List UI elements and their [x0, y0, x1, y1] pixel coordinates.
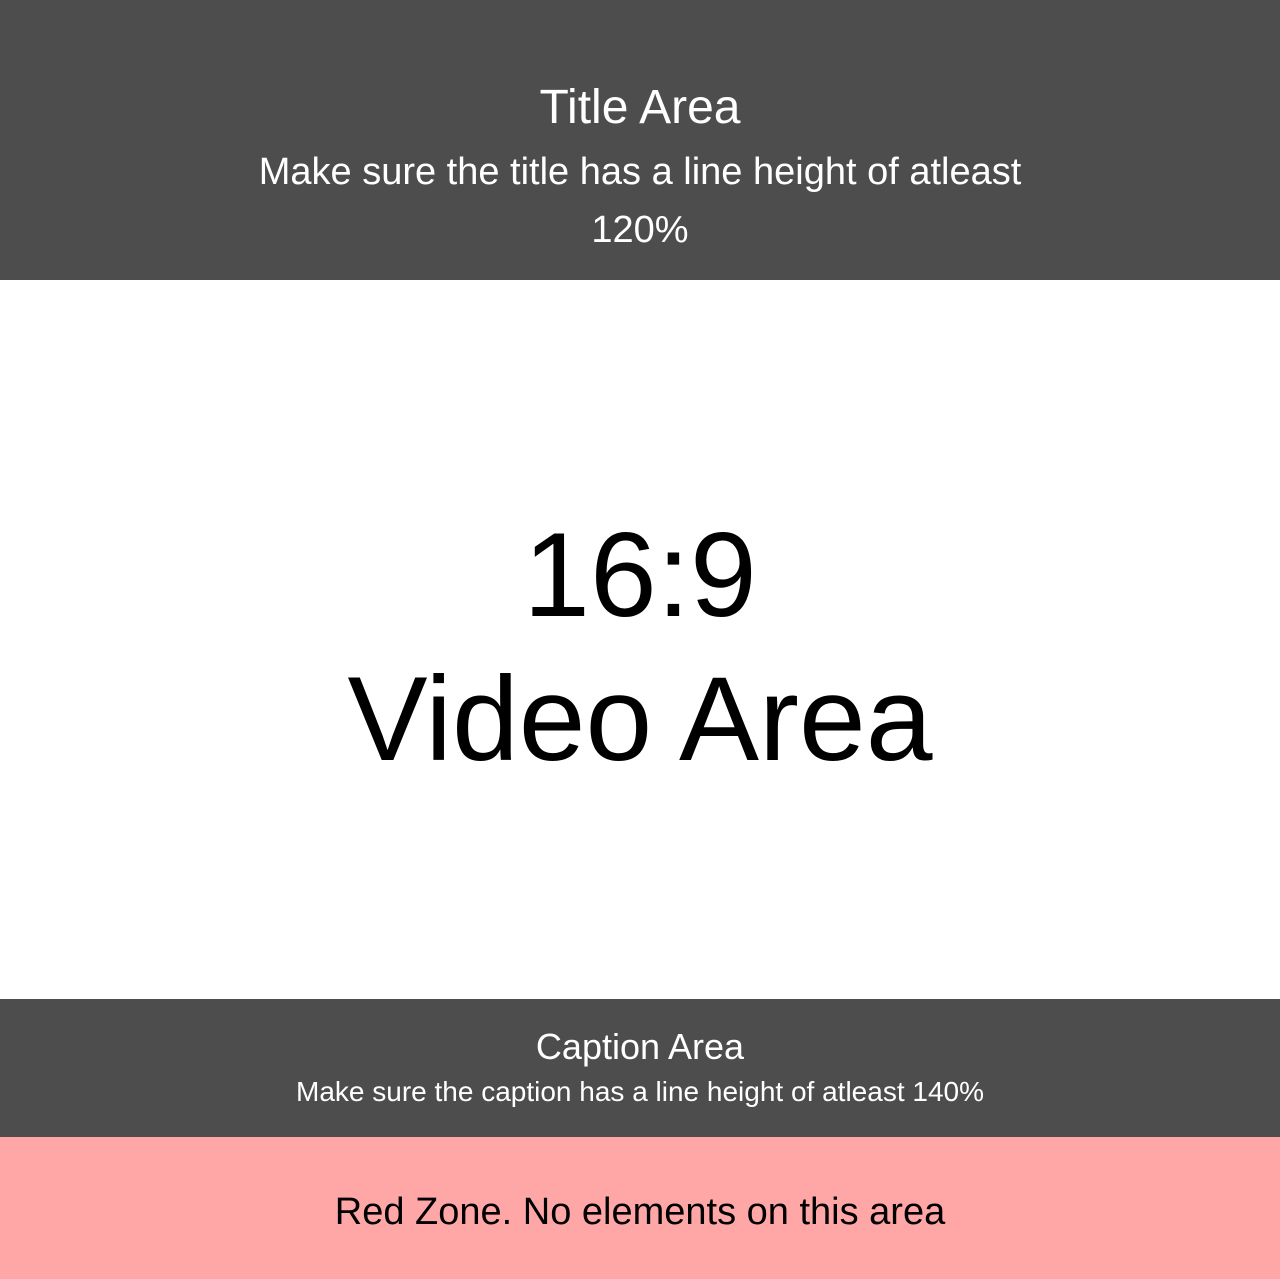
- red-zone: Red Zone. No elements on this area: [0, 1137, 1280, 1279]
- red-zone-label: Red Zone. No elements on this area: [334, 1191, 946, 1233]
- video-aspect-ratio: 16:9: [523, 508, 757, 642]
- title-area-heading: Title Area: [539, 81, 741, 134]
- caption-area-note: Make sure the caption has a line height …: [296, 1076, 984, 1107]
- video-area-label: Video Area: [347, 652, 933, 786]
- title-area-note: Make sure the title has a line height of…: [258, 151, 1022, 251]
- safe-zone-template: Title Area Make sure the title has a lin…: [0, 0, 1280, 1279]
- video-area: 16:9 Video Area: [0, 280, 1280, 999]
- caption-area: Caption Area Make sure the caption has a…: [0, 999, 1280, 1137]
- caption-area-heading: Caption Area: [535, 1026, 745, 1067]
- title-area: Title Area Make sure the title has a lin…: [0, 0, 1280, 280]
